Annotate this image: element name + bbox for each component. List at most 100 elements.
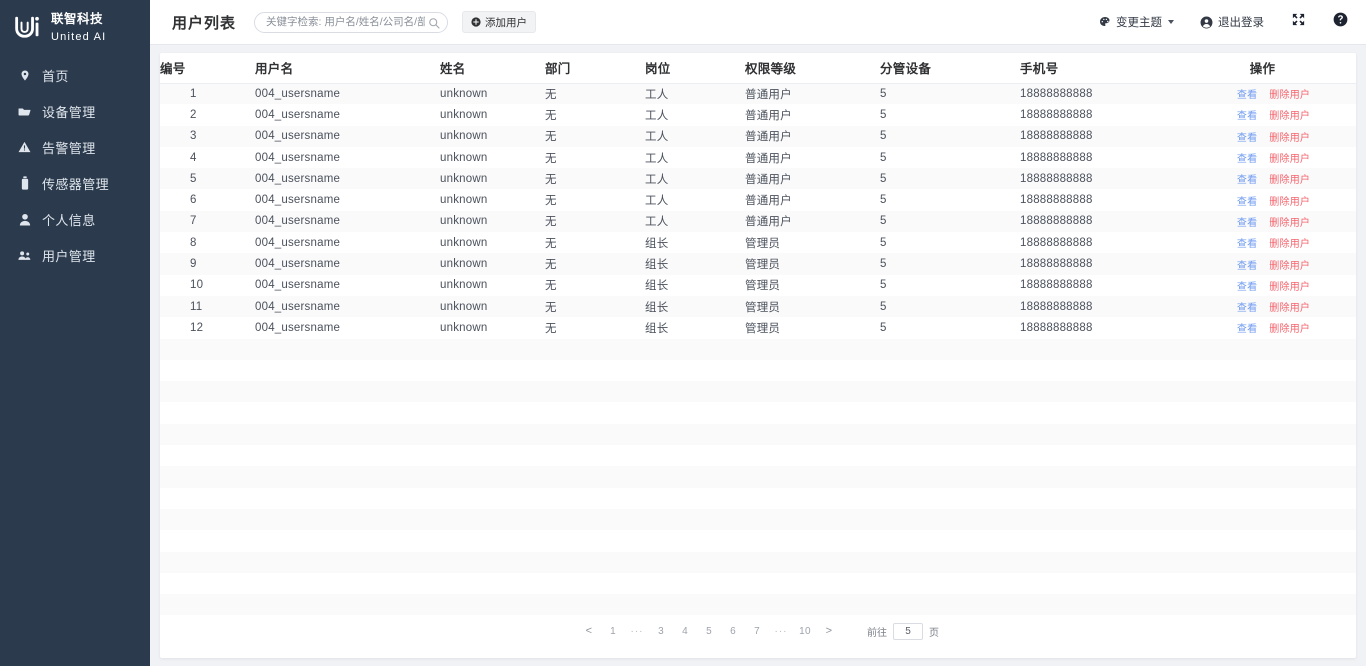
cell-actions: 查看 删除用户 [1215,232,1356,254]
cell-actions: 查看 删除用户 [1215,146,1356,169]
cell-id: 4 [160,146,255,169]
sidebar-item-alarm-management[interactable]: 告警管理 [0,129,150,165]
cell-empty [645,466,745,488]
delete-user-link[interactable]: 删除用户 [1269,171,1310,186]
cell-empty [645,487,745,509]
help-button[interactable] [1332,12,1348,32]
cell-post: 工人 [645,168,745,190]
pagination-page[interactable]: 3 [649,626,673,637]
cell-post: 工人 [645,125,745,147]
cell-post: 工人 [645,104,745,126]
view-user-link[interactable]: 查看 [1237,171,1257,186]
cell-equip: 5 [880,146,1020,169]
plus-circle-icon [471,17,481,27]
column-header-actions: 操作 [1215,53,1356,84]
view-user-link[interactable]: 查看 [1237,235,1257,250]
view-user-link[interactable]: 查看 [1237,107,1257,122]
cell-empty [645,508,745,531]
help-circle-icon [1333,12,1348,32]
cell-name: unknown [440,125,545,147]
view-user-link[interactable]: 查看 [1237,193,1257,208]
cell-actions: 查看 删除用户 [1215,189,1356,211]
cell-empty [255,381,440,403]
search-input[interactable] [254,11,449,33]
sidebar-item-device-management[interactable]: 设备管理 [0,93,150,129]
delete-user-link[interactable]: 删除用户 [1269,86,1310,101]
main-area: 用户列表 添加用户 [150,0,1366,666]
cell-empty [255,359,440,382]
sidebar-item-sensor-management[interactable]: 传感器管理 [0,165,150,201]
sidebar-item-personal-info[interactable]: 个人信息 [0,201,150,237]
delete-user-link[interactable]: 删除用户 [1269,278,1310,293]
cell-phone: 18888888888 [1020,295,1215,318]
add-user-button[interactable]: 添加用户 [462,11,537,33]
cell-equip: 5 [880,317,1020,339]
cell-empty [440,594,545,616]
delete-user-link[interactable]: 删除用户 [1269,150,1310,165]
view-user-link[interactable]: 查看 [1237,299,1257,314]
pagination-page[interactable]: 10 [793,626,817,637]
cell-id: 1 [160,83,255,105]
brand-logo[interactable]: 联智科技 United AI [0,0,150,45]
fullscreen-button[interactable] [1290,13,1306,30]
cell-empty [1020,423,1215,446]
delete-user-link[interactable]: 删除用户 [1269,235,1310,250]
app-root: 联智科技 United AI 首页 设备管理 告警管理 传感器管理 个人信息 用… [0,0,1366,666]
jump-page-input[interactable] [893,622,923,640]
table-row-empty [160,423,1356,446]
cell-empty [645,530,745,552]
table-row-empty [160,530,1356,552]
cell-equip: 5 [880,253,1020,275]
cell-equip: 5 [880,168,1020,190]
delete-user-link[interactable]: 删除用户 [1269,107,1310,122]
cell-post: 组长 [645,295,745,318]
pagination-page[interactable]: 6 [721,626,745,637]
cell-id: 5 [160,168,255,190]
view-user-link[interactable]: 查看 [1237,129,1257,144]
cell-empty [1215,381,1356,403]
cell-empty [1020,402,1215,424]
pagination-prev[interactable]: < [577,625,601,637]
cell-empty [745,487,880,509]
pagination-page[interactable]: 1 [601,626,625,637]
cell-username: 004_usersname [255,253,440,275]
delete-user-link[interactable]: 删除用户 [1269,193,1310,208]
view-user-link[interactable]: 查看 [1237,257,1257,272]
delete-user-link[interactable]: 删除用户 [1269,320,1310,335]
cell-dept: 无 [545,274,645,296]
view-user-link[interactable]: 查看 [1237,86,1257,101]
logout-label: 退出登录 [1218,17,1264,29]
sidebar-item-user-management[interactable]: 用户管理 [0,237,150,273]
view-user-link[interactable]: 查看 [1237,214,1257,229]
pagination-page[interactable]: 5 [697,626,721,637]
cell-empty [880,530,1020,552]
cell-empty [1020,338,1215,360]
cell-empty [440,445,545,467]
change-theme-label: 变更主题 [1116,17,1162,29]
cell-post: 组长 [645,253,745,275]
delete-user-link[interactable]: 删除用户 [1269,299,1310,314]
view-user-link[interactable]: 查看 [1237,320,1257,335]
delete-user-link[interactable]: 删除用户 [1269,129,1310,144]
cell-empty [1215,572,1356,595]
jump-label: 前往 [867,627,887,639]
change-theme-button[interactable]: 变更主题 [1098,14,1174,30]
table-header: 编号 用户名 姓名 部门 岗位 权限等级 分管设备 手机号 操作 [160,53,1356,84]
pagination-next[interactable]: > [817,625,841,637]
view-user-link[interactable]: 查看 [1237,278,1257,293]
delete-user-link[interactable]: 删除用户 [1269,214,1310,229]
sidebar-item-home[interactable]: 首页 [0,57,150,93]
cell-empty [1215,338,1356,360]
cell-empty [440,381,545,403]
table-row-empty [160,594,1356,616]
logout-button[interactable]: 退出登录 [1200,14,1264,30]
account-circle-icon [1200,16,1213,29]
table-body: 1 004_usersname unknown 无工人 普通用户 5 18888888888… [160,83,1356,616]
table-row-empty [160,551,1356,573]
column-header-username: 用户名 [255,53,440,84]
view-user-link[interactable]: 查看 [1237,150,1257,165]
pagination-page[interactable]: 7 [745,626,769,637]
pagination-ellipsis: ··· [630,625,644,637]
delete-user-link[interactable]: 删除用户 [1269,257,1310,272]
pagination-page[interactable]: 4 [673,626,697,637]
